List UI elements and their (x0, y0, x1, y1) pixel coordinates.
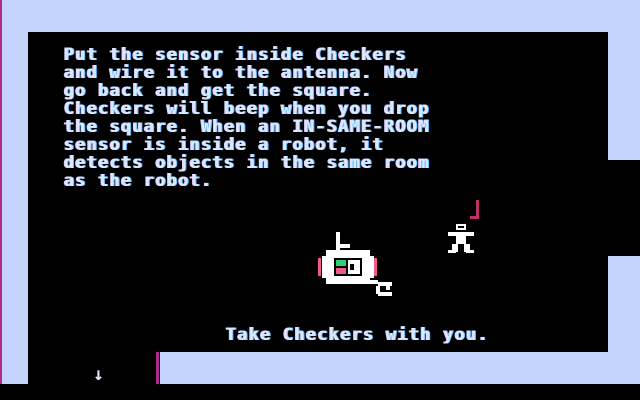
antenna-object[interactable] (470, 200, 484, 222)
bottom-strip (0, 384, 640, 400)
checkers-robot[interactable] (314, 226, 404, 298)
wall-edge-left (0, 0, 2, 400)
prompt-text: Take Checkers with you. (226, 325, 490, 345)
wall-edge-inner (28, 32, 32, 384)
doorway-right[interactable] (608, 160, 640, 256)
message-text: Put the sensor inside Checkers and wire … (64, 45, 430, 191)
player-figure[interactable] (446, 224, 478, 256)
down-arrow-icon[interactable]: ↓ (93, 366, 104, 384)
